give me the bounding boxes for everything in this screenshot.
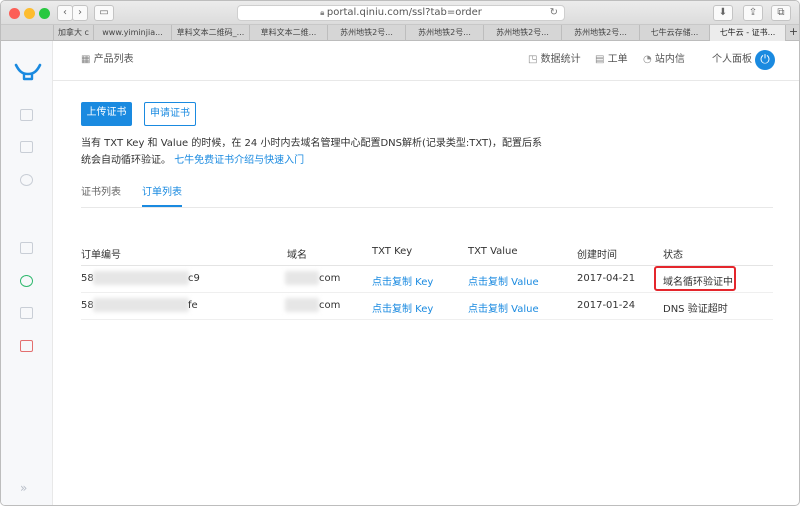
plus-icon: + [788,25,799,38]
order-id-prefix: 58 [81,273,94,284]
share-button[interactable]: ⇪ [743,5,763,21]
title-bar: ‹ › ▭ 🔒︎ portal.qiniu.com/ssl?tab=order … [1,1,799,25]
share-icon: ⇪ [748,7,758,18]
browser-tab[interactable]: 苏州地铁2号... [405,25,483,41]
product-list-link[interactable]: ▦ 产品列表 [81,41,134,81]
data-stats-link[interactable]: ◳ 数据统计 [528,41,581,81]
status-text: 域名循环验证中 [663,277,733,288]
reload-icon[interactable]: ↻ [550,6,558,20]
browser-window: ‹ › ▭ 🔒︎ portal.qiniu.com/ssl?tab=order … [0,0,800,506]
folder-icon[interactable] [20,242,33,254]
page-header: ▦ 产品列表 ◳ 数据统计 ▤ 工单 ◔ 站内信 个人面板 ⏻ [53,41,799,81]
back-button[interactable]: ‹ [57,5,73,21]
media-icon[interactable] [20,174,33,186]
cdn-icon[interactable] [20,141,33,153]
browser-tab[interactable]: 苏州地铁2号... [561,25,639,41]
url-text: portal.qiniu.com/ssl?tab=order [326,7,482,18]
expand-sidebar-icon[interactable]: » [20,481,27,495]
tab-cert-list[interactable]: 证书列表 [81,185,121,207]
minimize-window-button[interactable] [24,8,35,19]
workorder-link[interactable]: ▤ 工单 [595,41,628,81]
chart-icon: ◳ [528,54,541,65]
messages-link[interactable]: ◔ 站内信 [643,41,685,81]
free-cert-guide-link[interactable]: 七牛免费证书介绍与快速入门 [174,155,304,166]
sidebar-icon: ▭ [99,7,109,18]
domain-suffix: com [319,300,341,311]
order-id-prefix: 58 [81,300,94,311]
bell-icon: ◔ [643,54,655,65]
order-id-suffix: c9 [188,273,200,284]
browser-tab[interactable]: 草料文本二维码_... [171,25,249,41]
zoom-window-button[interactable] [39,8,50,19]
col-created: 创建时间 [577,250,617,261]
chevron-left-icon: ‹ [63,7,67,18]
address-bar[interactable]: 🔒︎ portal.qiniu.com/ssl?tab=order ↻ [237,5,565,21]
redacted-domain [285,298,319,312]
data-stats-label: 数据统计 [540,54,581,65]
copy-key-link[interactable]: 点击复制 Key [372,300,433,315]
downloads-button[interactable]: ⬇ [713,5,733,21]
created-date: 2017-01-24 [577,300,636,311]
forward-button[interactable]: › [72,5,88,21]
power-icon[interactable]: ⏻ [755,50,775,70]
video-icon[interactable] [20,340,33,352]
browser-tab[interactable]: 草料文本二维... [249,25,327,41]
tabs-overview-button[interactable]: ⧉ [771,5,791,21]
col-order-id: 订单编号 [81,250,121,261]
browser-tab[interactable]: 苏州地铁2号... [327,25,405,41]
breadcrumb: 产品列表 [93,54,134,65]
notice-line-2: 统会自动循环验证。 七牛免费证书介绍与快速入门 [81,152,561,169]
notice-text: 统会自动循环验证。 [81,155,171,166]
domain-suffix: com [319,273,341,284]
ssl-certificate-icon[interactable] [20,275,33,287]
grid-icon: ▦ [81,54,94,65]
object-storage-icon[interactable] [20,109,33,121]
row-divider [81,292,773,293]
redacted-order-id [93,271,189,285]
col-txt-value: TXT Value [468,246,518,257]
upload-cert-button[interactable]: 上传证书 [81,102,132,126]
order-id-suffix: fe [188,300,198,311]
status-text: DNS 验证超时 [663,304,728,315]
copy-value-link[interactable]: 点击复制 Value [468,300,539,315]
col-status: 状态 [663,250,683,261]
sidebar: » [1,41,53,505]
sidebar-toggle-button[interactable]: ▭ [94,5,114,21]
tabs-icon: ⧉ [777,7,785,18]
tab-strip: 加拿大 c www.yiminjia... 草料文本二维码_... 草料文本二维… [1,25,799,41]
messages-label: 站内信 [654,54,685,65]
col-domain: 域名 [287,250,307,261]
browser-tab[interactable]: 加拿大 c [53,25,93,41]
redacted-domain [285,271,319,285]
close-window-button[interactable] [9,8,20,19]
workorder-label: 工单 [607,54,628,65]
created-date: 2017-04-21 [577,273,636,284]
browser-tab[interactable]: 七牛云存储... [639,25,709,41]
chip-icon[interactable] [20,307,33,319]
tab-order-list[interactable]: 订单列表 [142,185,182,207]
qiniu-logo[interactable] [14,62,42,82]
new-tab-button[interactable]: + [785,25,799,41]
clipboard-icon: ▤ [595,54,608,65]
browser-tab-active[interactable]: 七牛云 - 证书... [709,25,785,41]
browser-tab[interactable]: www.yiminjia... [93,25,171,41]
chevron-right-icon: › [78,7,82,18]
apply-cert-button[interactable]: 申请证书 [144,102,196,126]
copy-key-link[interactable]: 点击复制 Key [372,273,433,288]
copy-value-link[interactable]: 点击复制 Value [468,273,539,288]
col-txt-key: TXT Key [372,246,413,257]
subtab-divider [81,207,773,208]
download-icon: ⬇ [718,7,728,18]
lock-icon: 🔒︎ [320,8,327,17]
browser-tab[interactable]: 苏州地铁2号... [483,25,561,41]
row-divider [81,319,773,320]
notice-line-1: 当有 TXT Key 和 Value 的时候，在 24 小时内去域名管理中心配置… [81,138,543,149]
redacted-order-id [93,298,189,312]
personal-panel-link[interactable]: 个人面板 [712,41,752,81]
